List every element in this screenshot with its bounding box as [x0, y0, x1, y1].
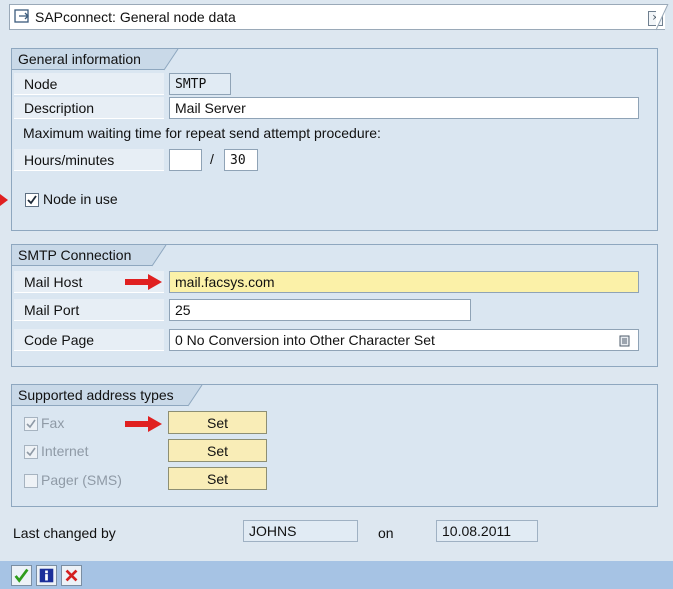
title-bar: SAPconnect: General node data ×: [0, 0, 673, 36]
smtp-connection-group: SMTP Connection Mail Host mail.facsys.co…: [11, 244, 658, 367]
smtp-heading: SMTP Connection: [12, 245, 152, 266]
general-info-group: General information Node SMTP Descriptio…: [11, 48, 658, 231]
address-types-heading: Supported address types: [12, 385, 188, 406]
fax-label: Fax: [41, 415, 65, 431]
description-label: Description: [14, 97, 164, 119]
arrow-pointer-icon: [0, 194, 8, 206]
time-separator: /: [210, 151, 214, 167]
hours-field[interactable]: [169, 149, 202, 171]
title-tab-edge: [656, 4, 669, 31]
pager-label: Pager (SMS): [41, 472, 122, 488]
hours-minutes-label: Hours/minutes: [14, 149, 164, 171]
node-in-use-checkbox[interactable]: [25, 193, 39, 207]
info-icon[interactable]: [36, 565, 57, 586]
internet-set-button[interactable]: Set: [168, 439, 267, 462]
node-in-use-label[interactable]: Node in use: [43, 191, 118, 207]
last-changed-label: Last changed by: [13, 525, 116, 541]
pager-checkbox: [24, 474, 38, 488]
mail-port-label: Mail Port: [14, 299, 164, 321]
heading-slant: [152, 245, 167, 267]
cancel-icon[interactable]: [61, 565, 82, 586]
general-info-heading: General information: [12, 49, 164, 70]
code-page-label: Code Page: [14, 329, 164, 351]
last-changed-date: 10.08.2011: [436, 520, 538, 542]
node-field[interactable]: SMTP: [169, 73, 231, 95]
code-page-field[interactable]: 0 No Conversion into Other Character Set: [169, 329, 639, 351]
fax-set-button[interactable]: Set: [168, 411, 267, 434]
heading-slant: [188, 385, 203, 407]
internet-checkbox: [24, 445, 38, 459]
group-title: SMTP Connection: [18, 247, 132, 263]
arrow-pointer-icon: [125, 416, 162, 432]
heading-slant: [164, 49, 179, 71]
address-types-group: Supported address types Fax Set Internet…: [11, 384, 658, 507]
minutes-field[interactable]: 30: [224, 149, 258, 171]
last-changed-user: JOHNS: [243, 520, 358, 542]
internet-label: Internet: [41, 443, 89, 459]
node-label: Node: [14, 73, 164, 95]
on-label: on: [378, 525, 394, 541]
waiting-text: Maximum waiting time for repeat send att…: [23, 125, 381, 141]
mail-host-field[interactable]: mail.facsys.com: [169, 271, 639, 293]
group-title: Supported address types: [18, 387, 174, 403]
footer-toolbar: [0, 561, 673, 589]
fax-checkbox: [24, 417, 38, 431]
checkmark-icon[interactable]: [11, 565, 32, 586]
f4-help-icon[interactable]: [619, 335, 630, 347]
arrow-pointer-icon: [125, 274, 162, 290]
code-page-value: 0 No Conversion into Other Character Set: [175, 332, 435, 348]
group-title: General information: [18, 51, 141, 67]
window-icon: [14, 9, 29, 23]
window-title: SAPconnect: General node data: [35, 9, 236, 25]
pager-set-button[interactable]: Set: [168, 467, 267, 490]
mail-port-field[interactable]: 25: [169, 299, 471, 321]
title-tab: SAPconnect: General node data ×: [9, 4, 665, 30]
description-field[interactable]: Mail Server: [169, 97, 639, 119]
